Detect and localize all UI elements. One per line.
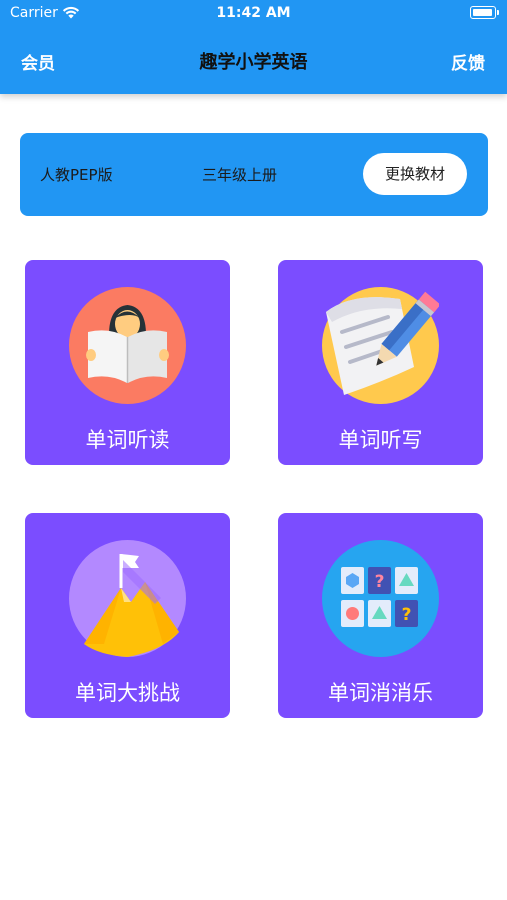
word-challenge-card[interactable]: 单词大挑战 bbox=[25, 513, 230, 718]
pencil-paper-icon bbox=[322, 287, 439, 404]
reading-person-icon bbox=[69, 287, 186, 404]
card-label: 单词大挑战 bbox=[75, 681, 180, 705]
feedback-button[interactable]: 反馈 bbox=[451, 49, 485, 74]
textbook-edition: 人教PEP版 bbox=[40, 166, 113, 184]
mountain-flag-icon bbox=[69, 540, 186, 657]
status-bar: Carrier 11:42 AM bbox=[0, 0, 507, 28]
word-dictation-card[interactable]: 单词听写 bbox=[278, 260, 483, 465]
page-title: 趣学小学英语 bbox=[199, 52, 308, 73]
status-time: 11:42 AM bbox=[216, 5, 291, 21]
change-textbook-button[interactable]: 更换教材 bbox=[363, 153, 467, 195]
card-label: 单词听写 bbox=[338, 428, 423, 452]
svg-text:?: ? bbox=[375, 572, 385, 592]
svg-text:?: ? bbox=[402, 605, 412, 625]
top-bar: Carrier 11:42 AM 会员 趣学小学英语 反馈 bbox=[0, 0, 507, 94]
card-label: 单词听读 bbox=[85, 428, 170, 452]
textbook-grade: 三年级上册 bbox=[202, 166, 278, 184]
word-listen-read-card[interactable]: 单词听读 bbox=[25, 260, 230, 465]
textbook-bar: 人教PEP版 三年级上册 更换教材 bbox=[20, 133, 488, 216]
battery-icon bbox=[470, 6, 499, 19]
match-grid-icon: ? ? bbox=[322, 540, 439, 657]
card-label: 单词消消乐 bbox=[328, 681, 433, 705]
word-match-card[interactable]: ? ? 单词消消乐 bbox=[278, 513, 483, 718]
